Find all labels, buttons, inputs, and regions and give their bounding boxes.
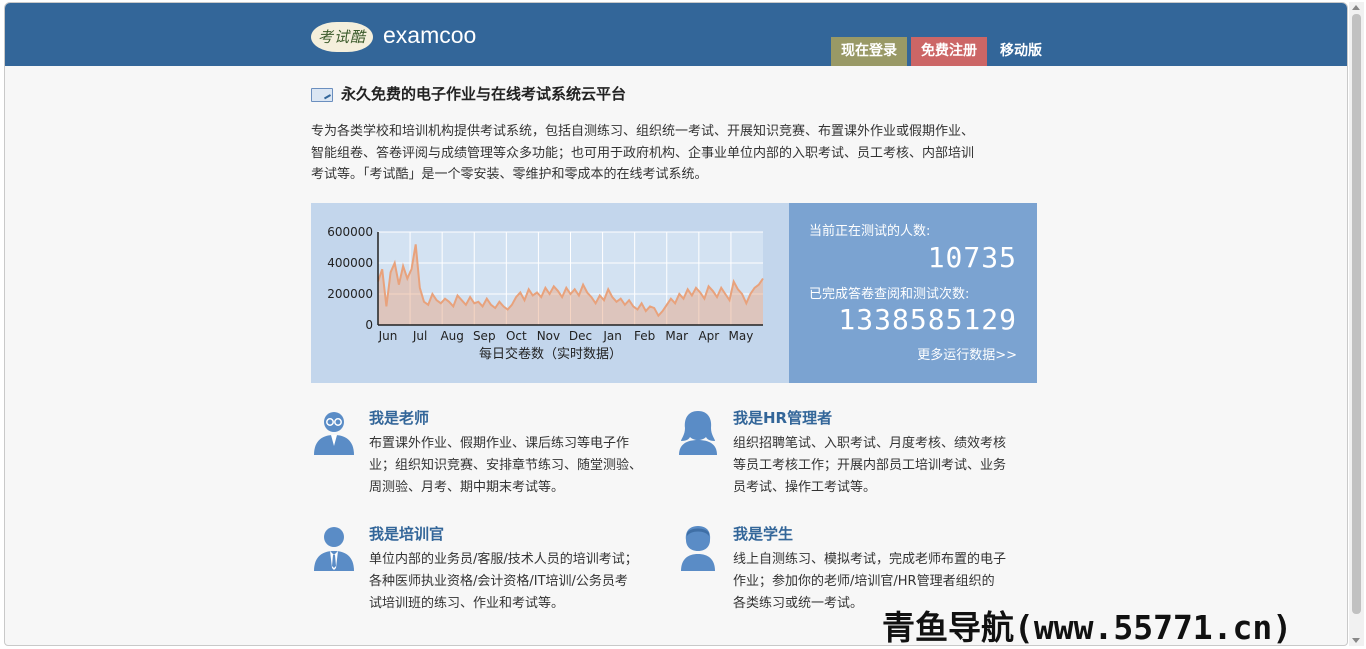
y-tick-label: 600000	[327, 225, 373, 239]
student-icon	[681, 526, 715, 571]
role-teacher: 我是老师 布置课外作业、假期作业、课后练习等电子作 业；组织知识竞赛、安排章节练…	[311, 408, 661, 508]
x-tick-label: Sep	[473, 329, 496, 343]
live-counter-box: 当前正在测试的人数: 10735 已完成答卷查阅和测试次数: 133858512…	[789, 203, 1037, 383]
vertical-scrollbar[interactable]	[1349, 2, 1364, 646]
scrollbar-thumb[interactable]	[1352, 14, 1361, 614]
trainer-icon	[314, 527, 354, 571]
x-tick-label: Jun	[378, 329, 398, 343]
top-navbar: 考试酷 examcoo 现在登录 免费注册 移动版	[5, 3, 1347, 66]
role-desc-line: 员考试、操作工考试等。	[733, 480, 877, 495]
role-title-student[interactable]: 我是学生	[733, 524, 793, 544]
role-title-teacher[interactable]: 我是老师	[369, 408, 429, 428]
y-tick-label: 0	[365, 318, 373, 332]
teacher-icon	[314, 412, 354, 455]
completed-count-label: 已完成答卷查阅和测试次数:	[809, 287, 970, 302]
browser-page: 考试酷 examcoo 现在登录 免费注册 移动版 永久免费的电子作业与在线考试…	[4, 2, 1348, 646]
scroll-up-arrow-icon[interactable]	[1352, 5, 1360, 10]
role-hr-manager: 我是HR管理者 组织招聘笔试、入职考试、月度考核、绩效考核 等员工考核工作；开展…	[675, 408, 1025, 508]
daily-submissions-chart: 600000 400000 200000 0 Jun Jul Aug Sep Oct Nov Dec…	[311, 203, 789, 383]
stats-panel: 600000 400000 200000 0 Jun Jul Aug Sep Oct Nov Dec…	[311, 203, 1037, 383]
role-desc-trainer: 单位内部的业务员/客服/技术人员的培训考试； 各种医师执业资格/会计资格/IT培…	[369, 549, 669, 615]
role-desc-line: 线上自测练习、模拟考试，完成老师布置的电子	[733, 552, 1007, 567]
x-tick-label: Feb	[634, 329, 655, 343]
x-axis-title: 每日交卷数（实时数据）	[479, 346, 622, 362]
role-title-hr-manager[interactable]: 我是HR管理者	[733, 408, 832, 428]
role-desc-line: 业；组织知识竞赛、安排章节练习、随堂测验、	[369, 458, 643, 473]
intro-line: 考试等。「考试酷」是一个零安装、零维护和零成本的在线考试系统。	[311, 167, 708, 182]
x-tick-label: Jan	[602, 329, 622, 343]
intro-line: 智能组卷、答卷评阅与成绩管理等众多功能；也可用于政府机构、企事业单位内部的入职考…	[311, 145, 975, 161]
logo-text[interactable]: examcoo	[383, 20, 476, 50]
role-trainer: 我是培训官 单位内部的业务员/客服/技术人员的培训考试； 各种医师执业资格/会计…	[311, 524, 661, 624]
x-tick-label: Apr	[698, 329, 719, 343]
scroll-down-arrow-icon[interactable]	[1352, 638, 1360, 643]
role-desc-line: 等员工考核工作；开展内部员工培训考试、业务	[733, 458, 1007, 473]
role-desc-line: 组织招聘笔试、入职考试、月度考核、绩效考核	[733, 436, 1007, 451]
register-button[interactable]: 免费注册	[911, 37, 987, 66]
completed-count-value: 1338585129	[838, 303, 1017, 336]
role-desc-line: 单位内部的业务员/客服/技术人员的培训考试；	[369, 552, 638, 567]
logo-badge[interactable]: 考试酷	[311, 22, 373, 52]
more-stats-link[interactable]: 更多运行数据>>	[917, 344, 1017, 363]
role-desc-line: 各种医师执业资格/会计资格/IT培训/公务员考	[369, 574, 628, 589]
chart-svg: 600000 400000 200000 0 Jun Jul Aug Sep Oct Nov Dec…	[327, 225, 764, 362]
x-tick-label: Aug	[440, 329, 463, 343]
role-desc-teacher: 布置课外作业、假期作业、课后练习等电子作 业；组织知识竞赛、安排章节练习、随堂测…	[369, 433, 669, 499]
page-title: 永久免费的电子作业与在线考试系统云平台	[341, 85, 627, 103]
y-tick-label: 200000	[327, 287, 373, 301]
login-button[interactable]: 现在登录	[831, 37, 907, 66]
x-tick-label: Mar	[665, 329, 688, 343]
testing-count-value: 10735	[927, 241, 1017, 274]
x-tick-label: Jul	[412, 329, 427, 343]
role-desc-line: 试培训班的练习、作业和考试等。	[369, 596, 565, 611]
x-tick-label: May	[729, 329, 754, 343]
intro-text: 专为各类学校和培训机构提供考试系统，包括自测练习、组织统一考试、开展知识竞赛、布…	[311, 121, 1041, 186]
role-desc-line: 作业；参加你的老师/培训官/HR管理者组织的	[733, 574, 995, 589]
y-tick-label: 400000	[327, 256, 373, 270]
edit-note-icon	[311, 88, 333, 102]
x-tick-label: Oct	[506, 329, 527, 343]
role-desc-line: 布置课外作业、假期作业、课后练习等电子作	[369, 436, 630, 451]
role-desc-student: 线上自测练习、模拟考试，完成老师布置的电子 作业；参加你的老师/培训官/HR管理…	[733, 549, 1033, 615]
mobile-version-link[interactable]: 移动版	[991, 37, 1051, 66]
x-tick-label: Dec	[569, 329, 592, 343]
hr-manager-icon	[679, 411, 717, 455]
role-title-trainer[interactable]: 我是培训官	[369, 524, 444, 544]
testing-count-label: 当前正在测试的人数:	[809, 224, 931, 239]
intro-line: 专为各类学校和培训机构提供考试系统，包括自测练习、组织统一考试、开展知识竞赛、布…	[311, 124, 975, 139]
role-desc-hr-manager: 组织招聘笔试、入职考试、月度考核、绩效考核 等员工考核工作；开展内部员工培训考试…	[733, 433, 1033, 499]
watermark-text: 青鱼导航(www.55771.cn)	[882, 608, 1293, 647]
x-tick-label: Nov	[537, 329, 560, 343]
role-desc-line: 周测验、月考、期中期末考试等。	[369, 480, 565, 495]
